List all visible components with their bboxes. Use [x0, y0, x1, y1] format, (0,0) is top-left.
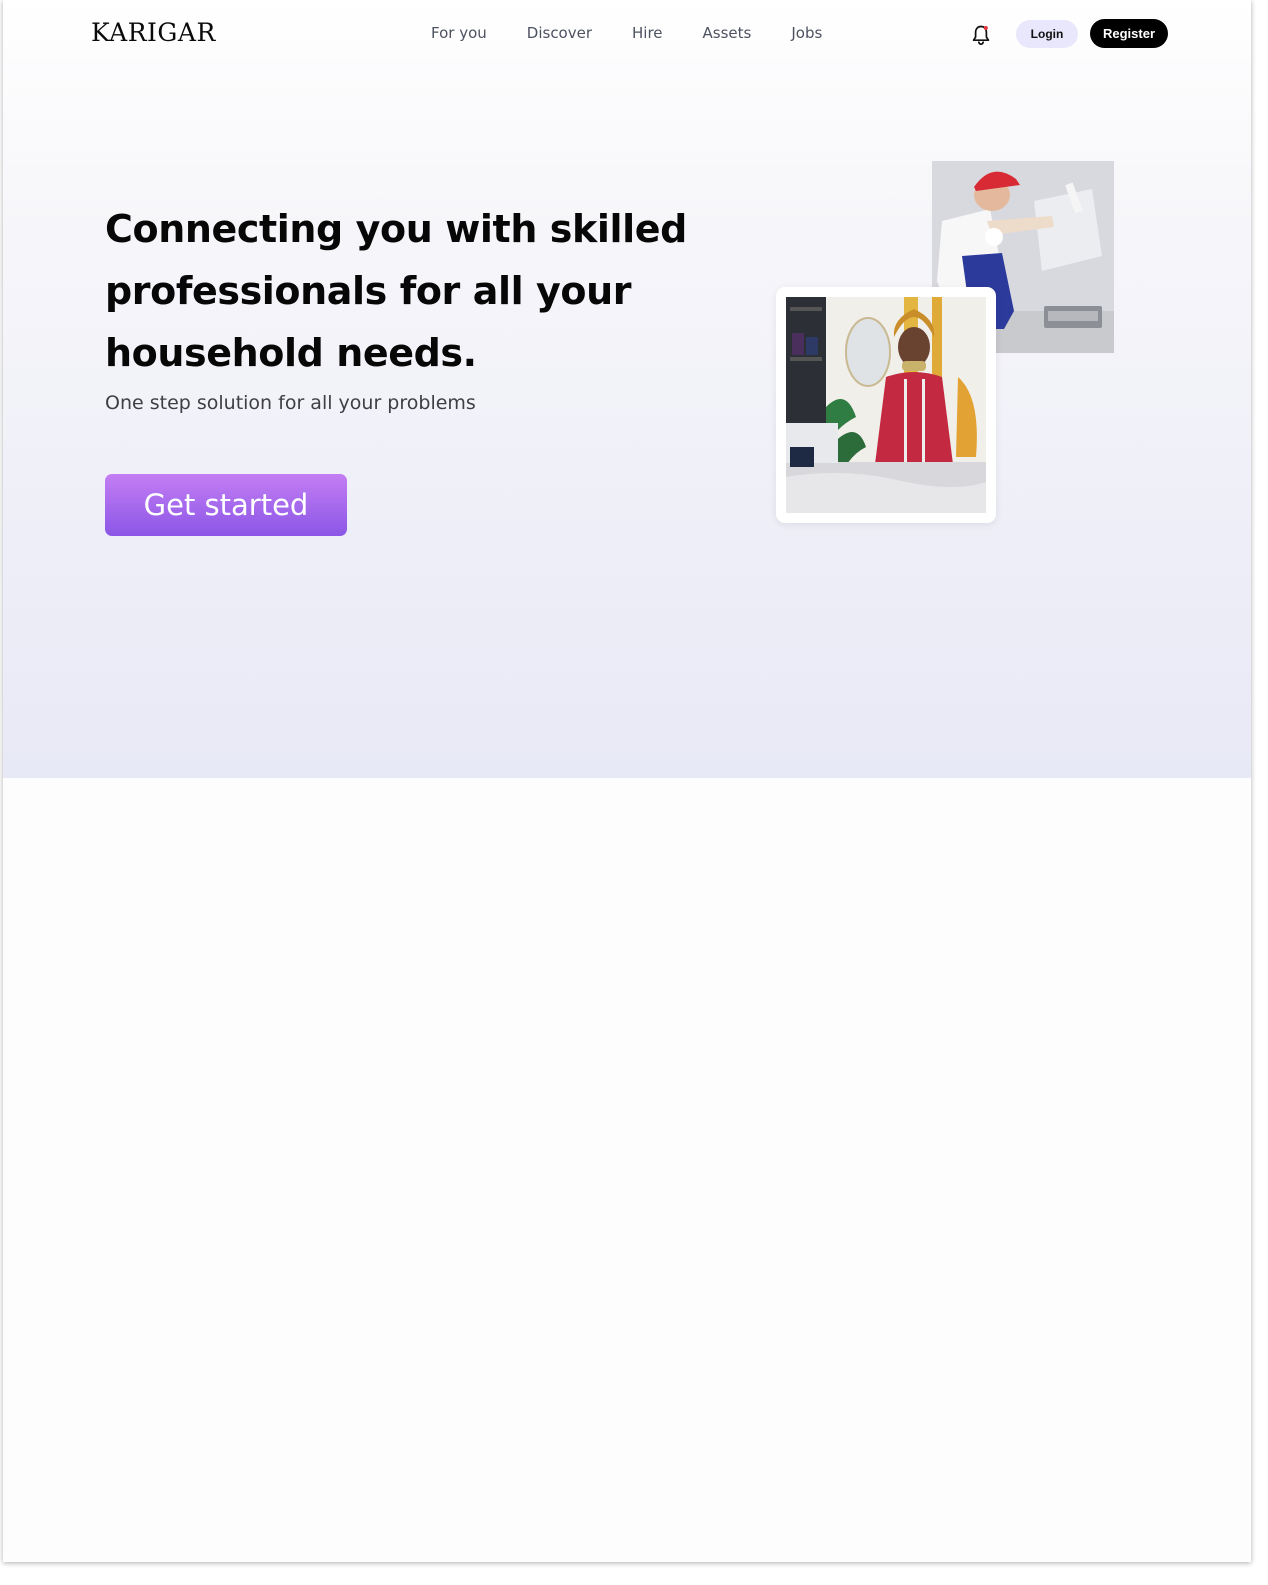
hero-subline: One step solution for all your problems [105, 392, 476, 414]
hero-headline: Connecting you with skilled professional… [105, 207, 687, 375]
nav-for-you[interactable]: For you [431, 24, 487, 42]
hero-section: KARIGAR For you Discover Hire Assets Job… [3, 0, 1251, 778]
nav-hire[interactable]: Hire [632, 24, 663, 42]
tailor-photo-card [776, 287, 996, 523]
login-button[interactable]: Login [1016, 20, 1078, 48]
bell-icon[interactable] [971, 24, 991, 46]
nav-discover[interactable]: Discover [527, 24, 592, 42]
nav-jobs[interactable]: Jobs [791, 24, 822, 42]
tailor-photo [786, 297, 986, 513]
logo[interactable]: KARIGAR [91, 18, 216, 47]
main-nav: For you Discover Hire Assets Jobs [431, 24, 822, 42]
register-button[interactable]: Register [1090, 19, 1168, 48]
get-started-button[interactable]: Get started [105, 474, 347, 536]
page-frame: KARIGAR For you Discover Hire Assets Job… [3, 0, 1251, 1562]
nav-assets[interactable]: Assets [703, 24, 752, 42]
